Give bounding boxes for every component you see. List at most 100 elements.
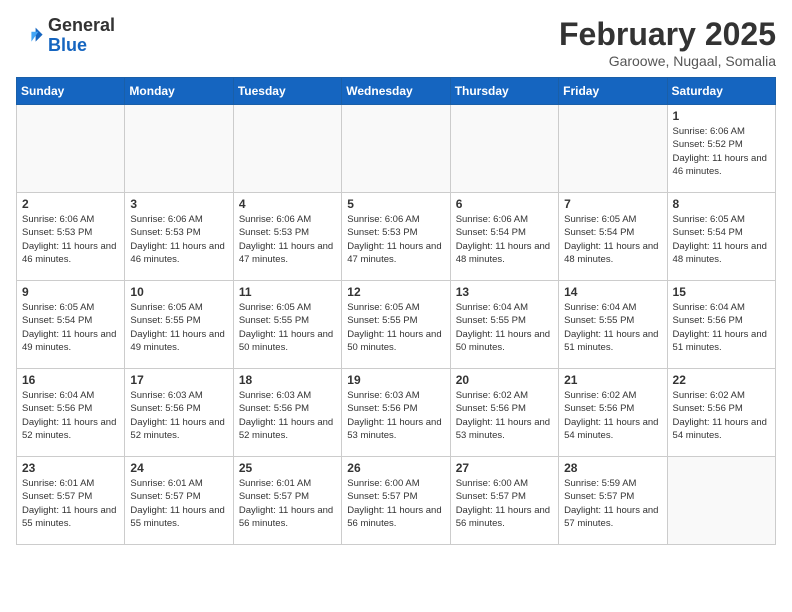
calendar-day: 25 Sunrise: 6:01 AMSunset: 5:57 PMDayligh… xyxy=(233,457,341,545)
calendar-day: 2 Sunrise: 6:06 AMSunset: 5:53 PMDaylight… xyxy=(17,193,125,281)
day-info: Sunrise: 6:00 AMSunset: 5:57 PMDaylight:… xyxy=(456,477,553,530)
calendar-day: 19 Sunrise: 6:03 AMSunset: 5:56 PMDayligh… xyxy=(342,369,450,457)
day-info: Sunrise: 6:00 AMSunset: 5:57 PMDaylight:… xyxy=(347,477,444,530)
day-info: Sunrise: 6:01 AMSunset: 5:57 PMDaylight:… xyxy=(130,477,227,530)
calendar-day: 9 Sunrise: 6:05 AMSunset: 5:54 PMDaylight… xyxy=(17,281,125,369)
logo-icon xyxy=(16,22,44,50)
day-info: Sunrise: 6:02 AMSunset: 5:56 PMDaylight:… xyxy=(673,389,770,442)
title-block: February 2025 Garoowe, Nugaal, Somalia xyxy=(559,16,776,69)
day-number: 10 xyxy=(130,285,227,299)
day-info: Sunrise: 6:05 AMSunset: 5:54 PMDaylight:… xyxy=(564,213,661,266)
weekday-header: Saturday xyxy=(667,78,775,105)
calendar-day xyxy=(342,105,450,193)
day-number: 4 xyxy=(239,197,336,211)
day-info: Sunrise: 6:06 AMSunset: 5:53 PMDaylight:… xyxy=(22,213,119,266)
calendar-day: 17 Sunrise: 6:03 AMSunset: 5:56 PMDayligh… xyxy=(125,369,233,457)
day-number: 17 xyxy=(130,373,227,387)
day-number: 21 xyxy=(564,373,661,387)
day-info: Sunrise: 6:04 AMSunset: 5:55 PMDaylight:… xyxy=(456,301,553,354)
logo-general: General xyxy=(48,15,115,35)
day-info: Sunrise: 6:05 AMSunset: 5:55 PMDaylight:… xyxy=(239,301,336,354)
day-info: Sunrise: 6:01 AMSunset: 5:57 PMDaylight:… xyxy=(239,477,336,530)
calendar: SundayMondayTuesdayWednesdayThursdayFrid… xyxy=(16,77,776,545)
day-number: 19 xyxy=(347,373,444,387)
calendar-day: 5Sunrise: 6:06 AMSunset: 5:53 PMDaylight… xyxy=(342,193,450,281)
day-number: 6 xyxy=(456,197,553,211)
calendar-day xyxy=(233,105,341,193)
location: Garoowe, Nugaal, Somalia xyxy=(559,53,776,69)
weekday-header: Tuesday xyxy=(233,78,341,105)
day-number: 26 xyxy=(347,461,444,475)
day-number: 1 xyxy=(673,109,770,123)
week-row: 2 Sunrise: 6:06 AMSunset: 5:53 PMDaylight… xyxy=(17,193,776,281)
calendar-day: 23Sunrise: 6:01 AMSunset: 5:57 PMDayligh… xyxy=(17,457,125,545)
logo-text: General Blue xyxy=(48,16,115,56)
logo-blue: Blue xyxy=(48,35,87,55)
calendar-day xyxy=(125,105,233,193)
day-number: 28 xyxy=(564,461,661,475)
calendar-day: 3 Sunrise: 6:06 AMSunset: 5:53 PMDaylight… xyxy=(125,193,233,281)
day-number: 11 xyxy=(239,285,336,299)
weekday-header: Wednesday xyxy=(342,78,450,105)
calendar-day: 8 Sunrise: 6:05 AMSunset: 5:54 PMDaylight… xyxy=(667,193,775,281)
day-number: 20 xyxy=(456,373,553,387)
calendar-day: 4 Sunrise: 6:06 AMSunset: 5:53 PMDaylight… xyxy=(233,193,341,281)
day-info: Sunrise: 6:06 AMSunset: 5:53 PMDaylight:… xyxy=(130,213,227,266)
calendar-day: 7 Sunrise: 6:05 AMSunset: 5:54 PMDaylight… xyxy=(559,193,667,281)
day-number: 9 xyxy=(22,285,119,299)
day-info: Sunrise: 6:06 AMSunset: 5:53 PMDaylight:… xyxy=(239,213,336,266)
day-info: Sunrise: 6:03 AMSunset: 5:56 PMDaylight:… xyxy=(130,389,227,442)
day-info: Sunrise: 6:03 AMSunset: 5:56 PMDaylight:… xyxy=(347,389,444,442)
week-row: 23Sunrise: 6:01 AMSunset: 5:57 PMDayligh… xyxy=(17,457,776,545)
day-number: 27 xyxy=(456,461,553,475)
calendar-day: 11 Sunrise: 6:05 AMSunset: 5:55 PMDayligh… xyxy=(233,281,341,369)
week-row: 16 Sunrise: 6:04 AMSunset: 5:56 PMDayligh… xyxy=(17,369,776,457)
calendar-day xyxy=(450,105,558,193)
day-info: Sunrise: 6:06 AMSunset: 5:53 PMDaylight:… xyxy=(347,213,444,266)
weekday-header: Monday xyxy=(125,78,233,105)
week-row: 1 Sunrise: 6:06 AMSunset: 5:52 PMDaylight… xyxy=(17,105,776,193)
day-info: Sunrise: 6:05 AMSunset: 5:55 PMDaylight:… xyxy=(130,301,227,354)
day-info: Sunrise: 6:04 AMSunset: 5:55 PMDaylight:… xyxy=(564,301,661,354)
month-year: February 2025 xyxy=(559,16,776,53)
day-number: 7 xyxy=(564,197,661,211)
week-row: 9 Sunrise: 6:05 AMSunset: 5:54 PMDaylight… xyxy=(17,281,776,369)
calendar-day: 10 Sunrise: 6:05 AMSunset: 5:55 PMDayligh… xyxy=(125,281,233,369)
day-number: 13 xyxy=(456,285,553,299)
day-info: Sunrise: 6:05 AMSunset: 5:54 PMDaylight:… xyxy=(673,213,770,266)
calendar-day xyxy=(667,457,775,545)
day-info: Sunrise: 6:02 AMSunset: 5:56 PMDaylight:… xyxy=(456,389,553,442)
calendar-day: 13 Sunrise: 6:04 AMSunset: 5:55 PMDayligh… xyxy=(450,281,558,369)
day-number: 15 xyxy=(673,285,770,299)
day-info: Sunrise: 6:01 AMSunset: 5:57 PMDaylight:… xyxy=(22,477,119,530)
day-number: 2 xyxy=(22,197,119,211)
calendar-day: 24Sunrise: 6:01 AMSunset: 5:57 PMDayligh… xyxy=(125,457,233,545)
weekday-header: Friday xyxy=(559,78,667,105)
calendar-day: 1 Sunrise: 6:06 AMSunset: 5:52 PMDaylight… xyxy=(667,105,775,193)
day-info: Sunrise: 6:06 AMSunset: 5:54 PMDaylight:… xyxy=(456,213,553,266)
day-info: Sunrise: 6:06 AMSunset: 5:52 PMDaylight:… xyxy=(673,125,770,178)
day-number: 12 xyxy=(347,285,444,299)
day-number: 18 xyxy=(239,373,336,387)
page-header: General Blue February 2025 Garoowe, Nuga… xyxy=(16,16,776,69)
day-info: Sunrise: 6:04 AMSunset: 5:56 PMDaylight:… xyxy=(22,389,119,442)
day-info: Sunrise: 6:04 AMSunset: 5:56 PMDaylight:… xyxy=(673,301,770,354)
calendar-day xyxy=(559,105,667,193)
calendar-day: 15 Sunrise: 6:04 AMSunset: 5:56 PMDayligh… xyxy=(667,281,775,369)
weekday-header: Thursday xyxy=(450,78,558,105)
day-number: 3 xyxy=(130,197,227,211)
day-info: Sunrise: 6:05 AMSunset: 5:55 PMDaylight:… xyxy=(347,301,444,354)
day-number: 25 xyxy=(239,461,336,475)
weekday-header-row: SundayMondayTuesdayWednesdayThursdayFrid… xyxy=(17,78,776,105)
calendar-day: 18Sunrise: 6:03 AMSunset: 5:56 PMDayligh… xyxy=(233,369,341,457)
day-number: 8 xyxy=(673,197,770,211)
logo: General Blue xyxy=(16,16,115,56)
day-info: Sunrise: 6:02 AMSunset: 5:56 PMDaylight:… xyxy=(564,389,661,442)
day-info: Sunrise: 6:05 AMSunset: 5:54 PMDaylight:… xyxy=(22,301,119,354)
day-number: 16 xyxy=(22,373,119,387)
calendar-day: 21 Sunrise: 6:02 AMSunset: 5:56 PMDayligh… xyxy=(559,369,667,457)
calendar-day: 28 Sunrise: 5:59 AMSunset: 5:57 PMDayligh… xyxy=(559,457,667,545)
calendar-day: 27 Sunrise: 6:00 AMSunset: 5:57 PMDayligh… xyxy=(450,457,558,545)
calendar-day: 6 Sunrise: 6:06 AMSunset: 5:54 PMDaylight… xyxy=(450,193,558,281)
day-info: Sunrise: 5:59 AMSunset: 5:57 PMDaylight:… xyxy=(564,477,661,530)
